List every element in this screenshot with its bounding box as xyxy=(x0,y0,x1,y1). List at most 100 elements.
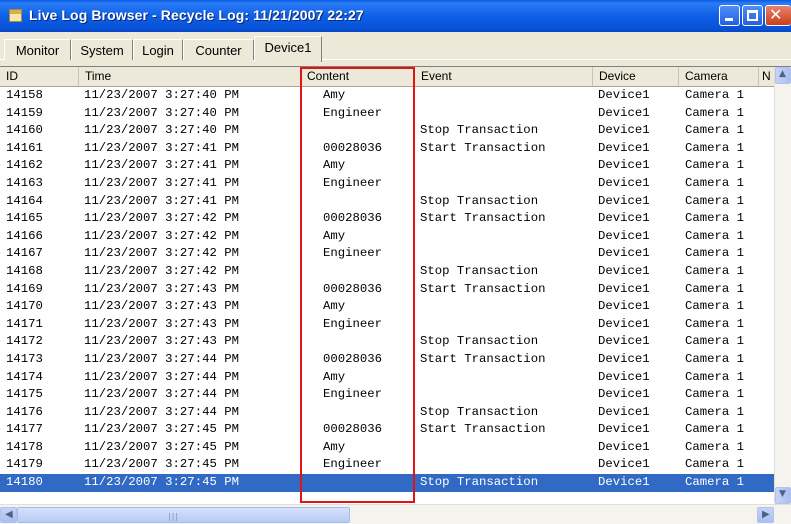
cell-event: Stop Transaction xyxy=(420,193,539,208)
column-header-n[interactable]: N xyxy=(759,67,774,86)
table-row[interactable]: 14179 11/23/2007 3:27:45 PM Engineer Device… xyxy=(0,456,774,474)
table-row[interactable]: 14173 11/23/2007 3:27:44 PM 00028036 Start … xyxy=(0,351,774,369)
table-row[interactable]: 14170 11/23/2007 3:27:43 PM Amy Device1 Came… xyxy=(0,298,774,316)
table-row[interactable]: 14159 11/23/2007 3:27:40 PM Engineer Device… xyxy=(0,105,774,123)
cell-id: 14175 xyxy=(6,387,43,402)
cell-content: Engineer xyxy=(323,387,383,402)
cell-camera: Camera 1 xyxy=(685,281,745,296)
log-browser-icon xyxy=(9,9,22,22)
cell-camera: Camera 1 xyxy=(685,475,745,490)
cell-camera: Camera 1 xyxy=(685,387,745,402)
table-row[interactable]: 14158 11/23/2007 3:27:40 PM Amy Device1 Came… xyxy=(0,87,774,105)
cell-id: 14162 xyxy=(6,158,43,173)
cell-camera: Camera 1 xyxy=(685,439,745,454)
column-header-camera[interactable]: Camera xyxy=(679,67,759,86)
table-row[interactable]: 14177 11/23/2007 3:27:45 PM 00028036 Start … xyxy=(0,421,774,439)
close-button[interactable]: ✕ xyxy=(765,5,791,26)
cell-content: Amy xyxy=(323,369,346,384)
cell-camera: Camera 1 xyxy=(685,422,745,437)
cell-device: Device1 xyxy=(598,211,650,226)
grip-icon: ||| xyxy=(168,512,180,521)
cell-content: 00028036 xyxy=(323,351,383,366)
column-header: ID Time Content Event Device Camera N xyxy=(0,67,791,87)
scroll-down-button[interactable]: ▼ xyxy=(775,487,791,504)
cell-id: 14161 xyxy=(6,140,43,155)
cell-id: 14173 xyxy=(6,351,43,366)
cell-camera: Camera 1 xyxy=(685,88,745,102)
cell-camera: Camera 1 xyxy=(685,211,745,226)
cell-content: Amy xyxy=(323,228,346,243)
vertical-scrollbar[interactable]: ▲ ▼ xyxy=(774,67,791,504)
table-row[interactable]: 14175 11/23/2007 3:27:44 PM Engineer Device… xyxy=(0,386,774,404)
cell-content: Engineer xyxy=(323,457,383,472)
cell-camera: Camera 1 xyxy=(685,105,745,120)
tab-system[interactable]: System xyxy=(71,39,133,60)
table-row[interactable]: 14163 11/23/2007 3:27:41 PM Engineer Device… xyxy=(0,175,774,193)
table-row[interactable]: 14160 11/23/2007 3:27:40 PM Stop Transacti… xyxy=(0,122,774,140)
table-row[interactable]: 14176 11/23/2007 3:27:44 PM Stop Transacti… xyxy=(0,404,774,422)
column-header-time[interactable]: Time xyxy=(79,67,301,86)
scroll-right-button[interactable]: ▶ xyxy=(757,507,774,523)
table-row[interactable]: 14161 11/23/2007 3:27:41 PM 00028036 Start … xyxy=(0,140,774,158)
scroll-up-button[interactable]: ▲ xyxy=(775,67,791,84)
cell-time: 11/23/2007 3:27:42 PM xyxy=(84,246,239,261)
cell-id: 14174 xyxy=(6,369,43,384)
cell-time: 11/23/2007 3:27:44 PM xyxy=(84,404,239,419)
tab-strip: Monitor System Login Counter Device1 xyxy=(0,32,791,68)
cell-event: Start Transaction xyxy=(420,351,546,366)
cell-event: Stop Transaction xyxy=(420,404,539,419)
table-row[interactable]: 14167 11/23/2007 3:27:42 PM Engineer Device… xyxy=(0,245,774,263)
table-row[interactable]: 14169 11/23/2007 3:27:43 PM 00028036 Start … xyxy=(0,281,774,299)
column-header-event[interactable]: Event xyxy=(415,67,593,86)
cell-camera: Camera 1 xyxy=(685,316,745,331)
minimize-icon xyxy=(725,18,733,21)
tab-device1[interactable]: Device1 xyxy=(254,36,322,62)
cell-content: Engineer xyxy=(323,175,383,190)
horizontal-scroll-thumb[interactable]: ||| xyxy=(17,507,350,523)
cell-id: 14164 xyxy=(6,193,43,208)
cell-device: Device1 xyxy=(598,351,650,366)
cell-event: Stop Transaction xyxy=(420,475,539,490)
column-header-device[interactable]: Device xyxy=(593,67,679,86)
table-row[interactable]: 14166 11/23/2007 3:27:42 PM Amy Device1 Came… xyxy=(0,228,774,246)
cell-id: 14165 xyxy=(6,211,43,226)
table-row[interactable]: 14168 11/23/2007 3:27:42 PM Stop Transacti… xyxy=(0,263,774,281)
table-row[interactable]: 14174 11/23/2007 3:27:44 PM Amy Device1 Came… xyxy=(0,369,774,387)
table-row[interactable]: 14162 11/23/2007 3:27:41 PM Amy Device1 Came… xyxy=(0,157,774,175)
tab-monitor[interactable]: Monitor xyxy=(4,39,71,60)
table-row[interactable]: 14180 11/23/2007 3:27:45 PM Stop Transacti… xyxy=(0,474,774,492)
arrow-down-icon: ▼ xyxy=(779,489,786,499)
tab-login[interactable]: Login xyxy=(133,39,183,60)
maximize-button[interactable] xyxy=(742,5,763,26)
table-row[interactable]: 14172 11/23/2007 3:27:43 PM Stop Transacti… xyxy=(0,333,774,351)
horizontal-scrollbar[interactable]: ◀ ||| ▶ xyxy=(0,504,791,524)
cell-device: Device1 xyxy=(598,316,650,331)
cell-id: 14163 xyxy=(6,175,43,190)
column-header-id[interactable]: ID xyxy=(0,67,79,86)
cell-camera: Camera 1 xyxy=(685,457,745,472)
cell-camera: Camera 1 xyxy=(685,334,745,349)
log-list[interactable]: ID Time Content Event Device Camera N 14… xyxy=(0,66,791,504)
cell-time: 11/23/2007 3:27:43 PM xyxy=(84,299,239,314)
table-row[interactable]: 14178 11/23/2007 3:27:45 PM Amy Device1 Came… xyxy=(0,439,774,457)
table-row[interactable]: 14165 11/23/2007 3:27:42 PM 00028036 Start … xyxy=(0,210,774,228)
minimize-button[interactable] xyxy=(719,5,740,26)
cell-device: Device1 xyxy=(598,123,650,138)
scroll-left-button[interactable]: ◀ xyxy=(0,507,17,523)
title-bar[interactable]: Live Log Browser - Recycle Log: 11/21/20… xyxy=(0,0,791,32)
cell-device: Device1 xyxy=(598,457,650,472)
cell-time: 11/23/2007 3:27:45 PM xyxy=(84,439,239,454)
cell-id: 14172 xyxy=(6,334,43,349)
cell-id: 14177 xyxy=(6,422,43,437)
cell-time: 11/23/2007 3:27:45 PM xyxy=(84,422,239,437)
cell-time: 11/23/2007 3:27:44 PM xyxy=(84,369,239,384)
cell-content: Amy xyxy=(323,439,346,454)
cell-camera: Camera 1 xyxy=(685,299,745,314)
cell-device: Device1 xyxy=(598,299,650,314)
table-row[interactable]: 14164 11/23/2007 3:27:41 PM Stop Transacti… xyxy=(0,193,774,211)
cell-id: 14171 xyxy=(6,316,43,331)
table-row[interactable]: 14171 11/23/2007 3:27:43 PM Engineer Device… xyxy=(0,316,774,334)
cell-camera: Camera 1 xyxy=(685,351,745,366)
column-header-content[interactable]: Content xyxy=(301,67,415,86)
tab-counter[interactable]: Counter xyxy=(183,39,254,60)
